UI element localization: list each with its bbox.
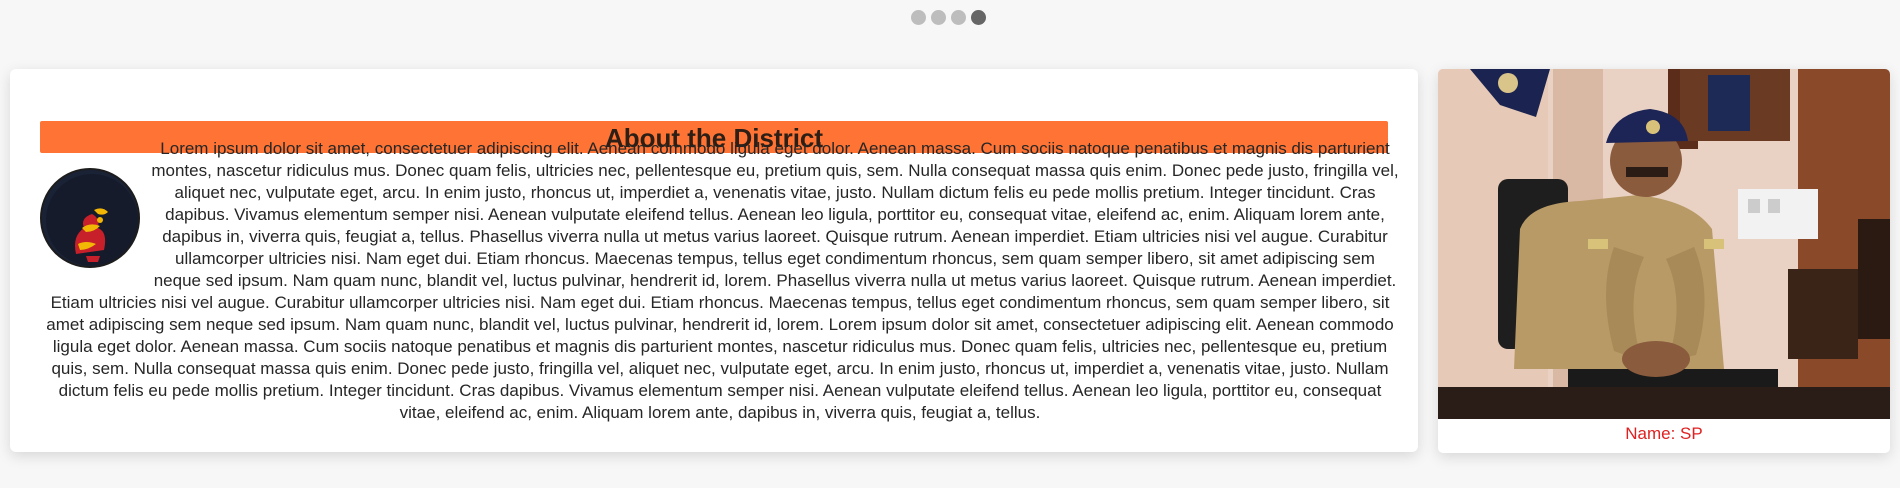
carousel-dot-2[interactable] — [931, 10, 946, 25]
about-paragraph: Lorem ipsum dolor sit amet, consectetuer… — [46, 139, 1399, 422]
carousel-dot-4-active[interactable] — [971, 10, 986, 25]
about-body: Lorem ipsum dolor sit amet, consectetuer… — [40, 138, 1400, 424]
page: About the District Lorem ipsum dolor sit… — [0, 0, 1900, 488]
about-district-card: About the District Lorem ipsum dolor sit… — [10, 69, 1418, 452]
carousel-dot-3[interactable] — [951, 10, 966, 25]
officer-card: Name: SP — [1438, 69, 1890, 453]
officer-photo — [1438, 69, 1890, 419]
officer-name-caption: Name: SP — [1625, 424, 1703, 443]
district-emblem-icon — [40, 168, 140, 268]
carousel-dot-1[interactable] — [911, 10, 926, 25]
carousel-dots — [911, 10, 986, 25]
